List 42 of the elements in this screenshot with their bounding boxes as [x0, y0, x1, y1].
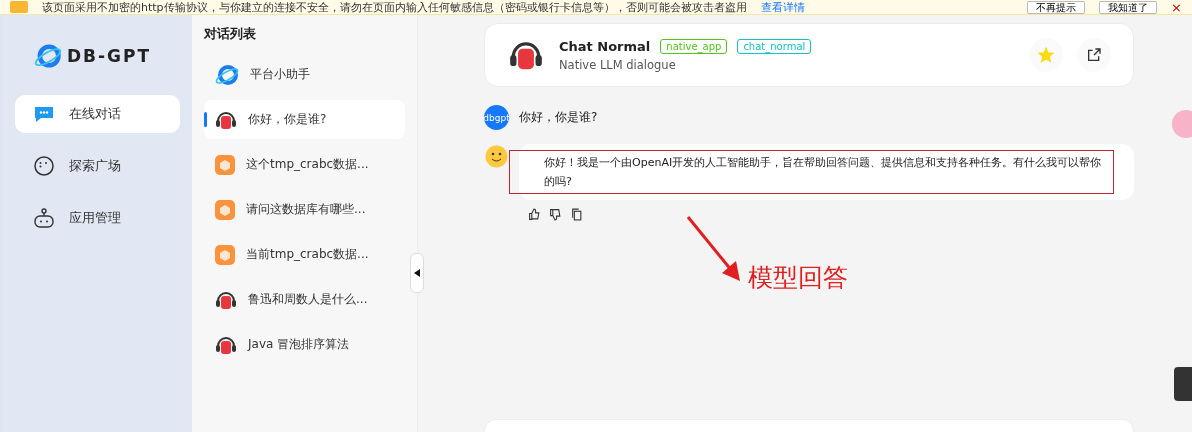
app-description: Native LLM dialogue [559, 57, 677, 72]
close-button[interactable]: × [1171, 0, 1182, 15]
thumbs-down-icon[interactable] [549, 208, 562, 221]
thumbs-up-icon[interactable] [528, 208, 541, 221]
cube-icon [214, 153, 236, 176]
chat-bubble-icon [33, 105, 55, 123]
conversation-item[interactable]: 请问这数据库有哪些... [204, 190, 405, 229]
share-icon [1086, 47, 1102, 63]
assistant-message: 你好！我是一个由OpenAI开发的人工智能助手，旨在帮助回答问题、提供信息和支持各种任务。有什么我可以帮你的吗? [544, 156, 1102, 188]
app-name: Chat Normal [559, 38, 651, 54]
caret-icon [414, 269, 420, 277]
cube-icon [214, 198, 236, 221]
user-avatar: dbgpt [484, 105, 509, 130]
conversation-item[interactable]: Java 冒泡排序算法 [204, 325, 405, 364]
share-button[interactable] [1077, 38, 1111, 72]
nav-item[interactable]: 应用管理 [15, 199, 180, 237]
copy-icon[interactable] [570, 208, 583, 221]
smiley-avatar-icon [484, 144, 509, 169]
conversation-item[interactable]: 鲁迅和周数人是什么... [204, 280, 405, 319]
user-message: 你好，你是谁? [519, 109, 598, 126]
conversation-item[interactable]: 平台小助手 [204, 55, 405, 94]
annotation-label: 模型回答 [748, 262, 848, 294]
details-link[interactable]: 查看详情 [760, 0, 805, 15]
star-icon [1038, 47, 1054, 63]
tag: chat_normal [737, 38, 812, 54]
nav-item[interactable]: 探索广场 [15, 147, 180, 185]
nav-item[interactable]: 在线对话 [15, 95, 180, 133]
logo-text: DB-GPT [67, 46, 152, 66]
tag: native_app [660, 38, 728, 54]
conversation-item[interactable]: 你好，你是谁? [204, 100, 405, 139]
banner-button[interactable]: 我知道了 [1099, 0, 1158, 14]
cube-icon [214, 243, 236, 266]
annotation-arrow [686, 215, 742, 283]
banner-message: 该页面采用不加密的http传输协议，与你建立的连接不安全，请勿在页面内输入任何敏感信息（密码或银行卡信息等），否则可能会被攻击者盗用 [42, 0, 747, 15]
face-icon [33, 155, 55, 177]
collapse-button[interactable] [410, 253, 424, 293]
list-title: 对话列表 [204, 25, 257, 43]
warning-icon [10, 1, 28, 13]
banner-button[interactable]: 不再提示 [1027, 0, 1086, 14]
conversation-item[interactable]: 这个tmp_crabc数据... [204, 145, 405, 184]
robot-icon [33, 207, 55, 229]
conversation-item[interactable]: 当前tmp_crabc数据... [204, 235, 405, 274]
